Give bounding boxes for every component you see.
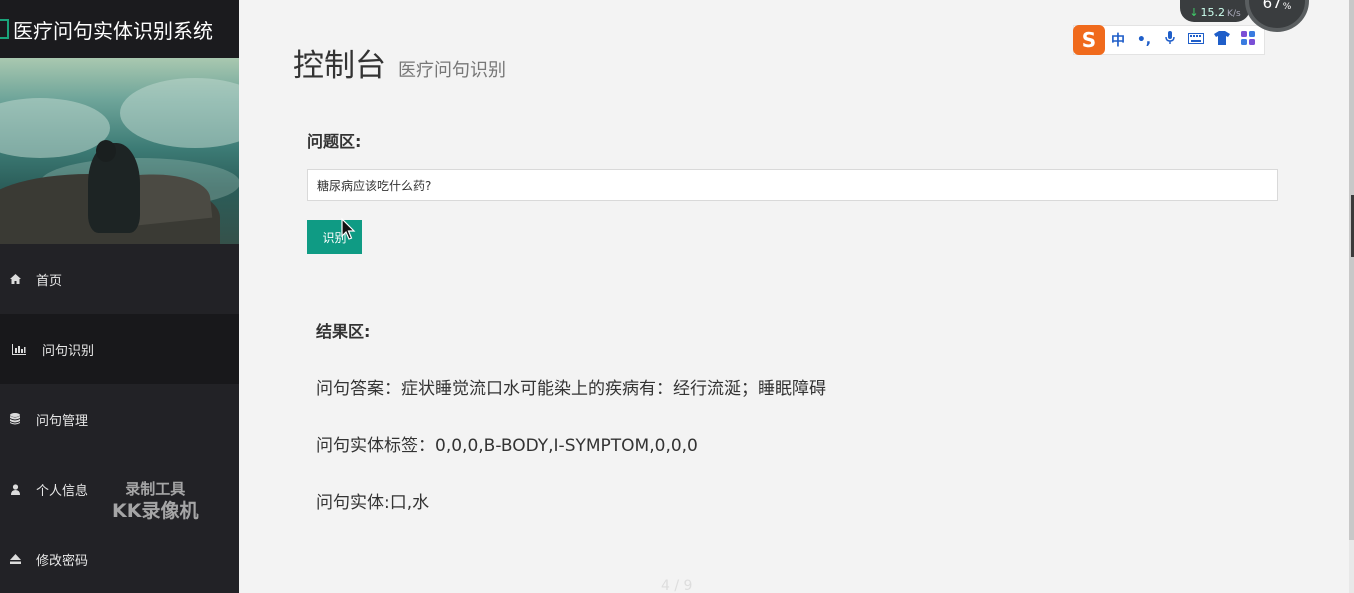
net-speed-value: 15.2 xyxy=(1200,6,1226,19)
user-icon xyxy=(8,482,22,496)
bar-chart-icon xyxy=(12,342,26,356)
memory-unit: % xyxy=(1282,2,1292,12)
eject-icon xyxy=(8,552,22,566)
app-title: 医疗问句实体识别系统 xyxy=(13,18,213,43)
logo-icon xyxy=(0,19,9,39)
cloud-shape xyxy=(120,78,239,148)
page-title: 控制台 xyxy=(293,48,386,84)
sidebar-item-label: 修改密码 xyxy=(36,553,89,569)
cloud-shape xyxy=(0,98,110,158)
chinese-mode-toggle[interactable]: 中 xyxy=(1105,30,1131,50)
home-icon xyxy=(8,272,22,286)
database-icon xyxy=(8,412,22,426)
toolbox-grid-icon[interactable] xyxy=(1235,31,1261,49)
network-speed-widget: ↓ 15.2 K/s xyxy=(1180,0,1250,22)
brand-header: 医疗问句实体识别系统 xyxy=(0,0,239,58)
recognize-button[interactable]: 识别 xyxy=(307,220,362,254)
recorder-watermark: 录制工具 KK录像机 xyxy=(112,478,198,522)
sidebar-item-question-recognition[interactable]: 问句识别 xyxy=(0,314,239,384)
ime-toolbar[interactable]: S 中 •, xyxy=(1073,25,1265,55)
sidebar-item-change-password[interactable]: 修改密码 xyxy=(0,524,239,593)
net-speed-unit: K/s xyxy=(1227,9,1241,19)
memory-value: 67 xyxy=(1262,0,1282,12)
watermark-line1: 录制工具 xyxy=(125,480,186,498)
page-header: 控制台 医疗问句识别 xyxy=(293,40,506,85)
sidebar-banner-image xyxy=(0,58,239,244)
result-entities: 问句实体:口,水 xyxy=(316,493,430,513)
watermark-line2: KK录像机 xyxy=(112,500,199,522)
download-arrow-icon: ↓ xyxy=(1189,6,1199,19)
result-answer: 问句答案：症状睡觉流口水可能染上的疾病有：经行流涎；睡眠障碍 xyxy=(316,379,826,399)
sidebar-item-label: 首页 xyxy=(36,273,63,289)
sidebar-item-label: 问句管理 xyxy=(36,413,89,429)
result-area-label: 结果区: xyxy=(316,322,371,341)
scrollbar-thumb[interactable] xyxy=(1349,0,1354,540)
sidebar-nav: 首页 问句识别 问句管理 个人信息 修改密码 xyxy=(0,244,239,593)
question-area-label: 问题区: xyxy=(307,132,362,151)
sogou-logo-icon[interactable]: S xyxy=(1073,25,1105,55)
sidebar-item-label: 问句识别 xyxy=(42,343,95,359)
punctuation-toggle[interactable]: •, xyxy=(1131,32,1157,48)
main-content: 控制台 医疗问句识别 问题区: 识别 结果区: 问句答案：症状睡觉流口水可能染上… xyxy=(239,0,1349,593)
result-entity-tags: 问句实体标签：0,0,0,B-BODY,I-SYMPTOM,0,0,0 xyxy=(316,436,698,456)
page-scrollbar[interactable] xyxy=(1349,0,1354,593)
question-input[interactable] xyxy=(307,169,1278,201)
sidebar-item-home[interactable]: 首页 xyxy=(0,244,239,314)
microphone-icon[interactable] xyxy=(1157,31,1183,49)
skin-shirt-icon[interactable] xyxy=(1209,31,1235,49)
page-indicator: 4 / 9 xyxy=(661,578,693,593)
person-head xyxy=(96,140,116,162)
keyboard-icon[interactable] xyxy=(1183,32,1209,48)
sidebar-item-label: 个人信息 xyxy=(36,483,89,499)
sidebar-item-question-management[interactable]: 问句管理 xyxy=(0,384,239,454)
sidebar: 医疗问句实体识别系统 首页 问句识别 问句管理 个人信息 修改密码 录制工具 K… xyxy=(0,0,239,593)
page-subtitle: 医疗问句识别 xyxy=(398,60,506,81)
